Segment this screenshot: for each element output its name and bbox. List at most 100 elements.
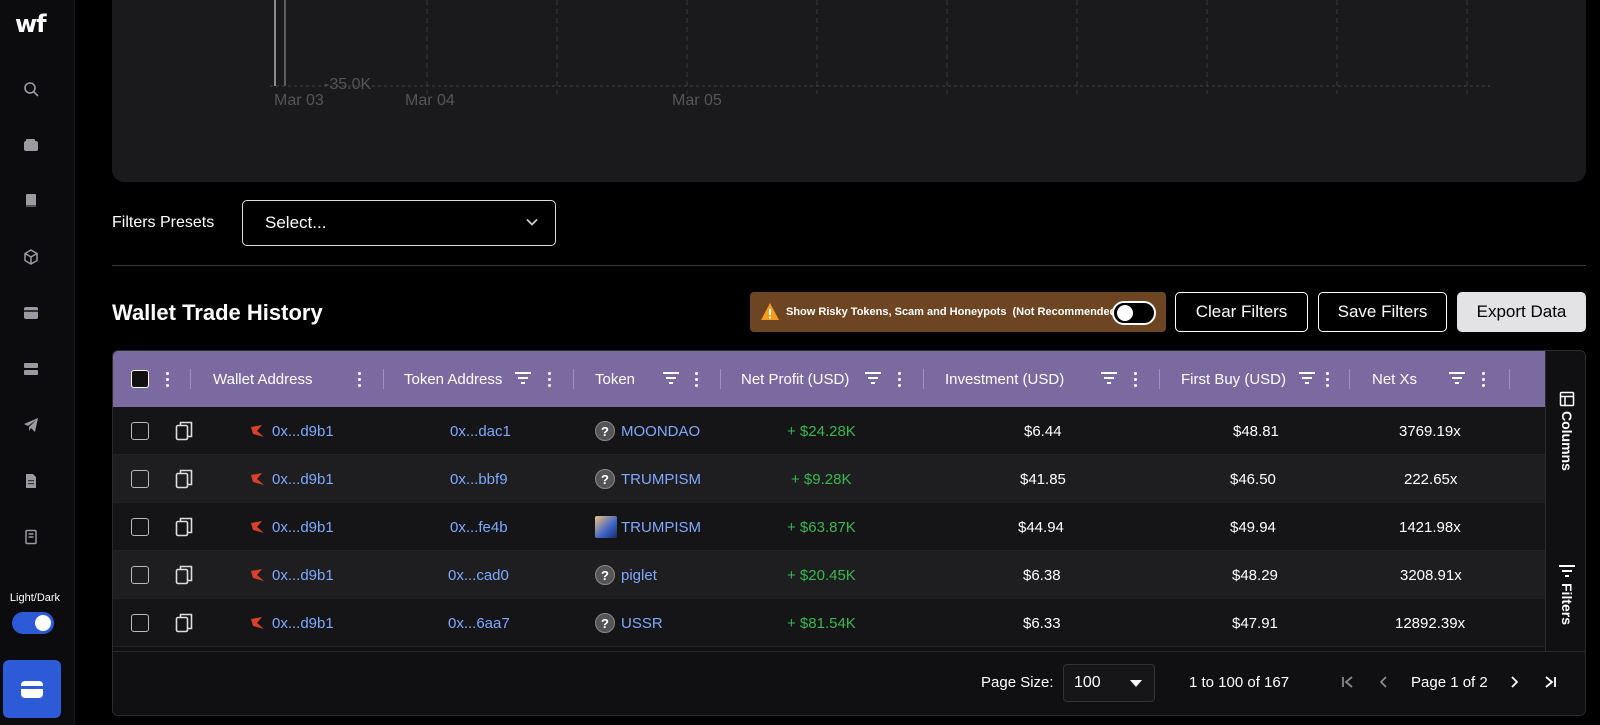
risky-tokens-note: (Not Recommended) bbox=[1012, 306, 1121, 318]
token-address-link[interactable]: 0x...fe4b bbox=[450, 503, 508, 551]
column-menu-icon[interactable] bbox=[1482, 370, 1486, 388]
token-name-link[interactable]: USSR bbox=[621, 615, 663, 632]
table-row[interactable]: 0x...d9b1 0x...6aa7 ? USSR + $81.54K $6.… bbox=[113, 599, 1545, 647]
server-icon[interactable] bbox=[22, 360, 40, 378]
net-profit-value: + $20.45K bbox=[787, 566, 856, 584]
page-size-select[interactable]: 100 bbox=[1063, 664, 1155, 702]
token-cell[interactable]: TRUMPISM bbox=[595, 503, 701, 551]
token-name-link[interactable]: piglet bbox=[621, 567, 657, 584]
filter-icon[interactable] bbox=[515, 371, 531, 385]
theme-toggle[interactable] bbox=[12, 612, 54, 634]
search-icon[interactable] bbox=[22, 80, 40, 98]
columns-tab-label: Columns bbox=[1559, 411, 1575, 471]
copy-icon[interactable] bbox=[175, 565, 193, 585]
table-row[interactable]: 0x...d9b1 0x...cad0 ? piglet + $20.45K $… bbox=[113, 551, 1545, 599]
row-checkbox[interactable] bbox=[131, 422, 149, 440]
column-menu-icon[interactable] bbox=[548, 370, 552, 388]
row-checkbox[interactable] bbox=[131, 518, 149, 536]
table-row[interactable]: 0x...d9b1 0x...bbf9 ? TRUMPISM + $9.28K … bbox=[113, 455, 1545, 503]
copy-icon[interactable] bbox=[175, 517, 193, 537]
filters-tab-label: Filters bbox=[1559, 583, 1575, 626]
wallet-address-cell[interactable]: 0x...d9b1 bbox=[250, 503, 334, 551]
token-name-link[interactable]: MOONDAO bbox=[621, 423, 700, 440]
token-cell[interactable]: ? USSR bbox=[595, 599, 663, 647]
column-header-net-profit[interactable]: Net Profit (USD) bbox=[741, 351, 849, 407]
telegram-icon[interactable] bbox=[22, 416, 40, 434]
copy-icon[interactable] bbox=[175, 613, 193, 633]
next-page-button[interactable] bbox=[1505, 672, 1523, 692]
document-icon[interactable] bbox=[22, 472, 40, 490]
notebook-icon[interactable] bbox=[22, 528, 40, 546]
filter-icon[interactable] bbox=[865, 371, 881, 385]
column-header-wallet-address[interactable]: Wallet Address bbox=[213, 351, 313, 407]
token-address-link[interactable]: 0x...6aa7 bbox=[448, 599, 510, 647]
save-filters-button[interactable]: Save Filters bbox=[1318, 292, 1447, 332]
chain-icon bbox=[251, 569, 264, 581]
column-header-net-xs[interactable]: Net Xs bbox=[1372, 351, 1417, 407]
column-separator bbox=[720, 369, 721, 389]
filter-icon[interactable] bbox=[1299, 371, 1315, 385]
copy-icon[interactable] bbox=[175, 421, 193, 441]
column-menu-icon[interactable] bbox=[1326, 370, 1330, 388]
token-cell[interactable]: ? piglet bbox=[595, 551, 657, 599]
clear-filters-button[interactable]: Clear Filters bbox=[1175, 292, 1308, 332]
wallet-icon[interactable] bbox=[22, 136, 40, 154]
wallet-address-link[interactable]: 0x...d9b1 bbox=[272, 615, 334, 632]
risky-tokens-toggle[interactable] bbox=[1112, 301, 1156, 325]
token-address-link[interactable]: 0x...cad0 bbox=[448, 551, 509, 599]
token-cell[interactable]: ? TRUMPISM bbox=[595, 455, 701, 503]
column-header-investment[interactable]: Investment (USD) bbox=[945, 351, 1064, 407]
column-menu-icon[interactable] bbox=[1134, 370, 1138, 388]
filter-icon[interactable] bbox=[1101, 371, 1117, 385]
copy-icon[interactable] bbox=[175, 469, 193, 489]
wallet-address-link[interactable]: 0x...d9b1 bbox=[272, 471, 334, 488]
net-profit-value: + $9.28K bbox=[791, 470, 852, 488]
token-name-link[interactable]: TRUMPISM bbox=[621, 519, 701, 536]
chevron-left-icon bbox=[1379, 676, 1387, 688]
first-page-button[interactable] bbox=[1339, 672, 1357, 692]
wallet-address-cell[interactable]: 0x...d9b1 bbox=[250, 407, 334, 455]
wallet-tracker-button[interactable] bbox=[3, 660, 61, 718]
cube-icon[interactable] bbox=[22, 248, 40, 266]
column-menu-icon[interactable] bbox=[898, 370, 902, 388]
previous-page-button[interactable] bbox=[1375, 672, 1393, 692]
filter-icon[interactable] bbox=[1449, 371, 1465, 385]
token-address-link[interactable]: 0x...bbf9 bbox=[450, 455, 508, 503]
filter-icon bbox=[1559, 565, 1575, 577]
column-menu-icon[interactable] bbox=[695, 370, 699, 388]
wallet-address-link[interactable]: 0x...d9b1 bbox=[272, 519, 334, 536]
chart-x-tick: Mar 05 bbox=[672, 92, 722, 109]
column-header-token-address[interactable]: Token Address bbox=[404, 351, 502, 407]
wallet-address-cell[interactable]: 0x...d9b1 bbox=[250, 599, 334, 647]
filters-presets-value: Select... bbox=[265, 213, 327, 232]
row-checkbox[interactable] bbox=[131, 614, 149, 632]
card-icon[interactable] bbox=[22, 304, 40, 322]
section-divider bbox=[112, 265, 1586, 266]
column-menu-icon[interactable] bbox=[166, 370, 170, 388]
filters-tab[interactable]: Filters bbox=[1556, 563, 1578, 625]
row-checkbox[interactable] bbox=[131, 470, 149, 488]
chevron-right-icon bbox=[1511, 676, 1519, 688]
columns-tab[interactable]: Columns bbox=[1556, 391, 1578, 471]
chart-x-tick: Mar 04 bbox=[405, 92, 455, 109]
token-address-link[interactable]: 0x...dac1 bbox=[450, 407, 511, 455]
table-row[interactable]: 0x...d9b1 0x...dac1 ? MOONDAO + $24.28K … bbox=[113, 407, 1545, 455]
last-page-button[interactable] bbox=[1541, 672, 1559, 692]
wallet-address-cell[interactable]: 0x...d9b1 bbox=[250, 551, 334, 599]
column-header-first-buy[interactable]: First Buy (USD) bbox=[1181, 351, 1286, 407]
select-all-checkbox[interactable] bbox=[131, 370, 149, 388]
column-menu-icon[interactable] bbox=[358, 370, 362, 388]
filters-presets-select[interactable]: Select... bbox=[242, 200, 556, 246]
risky-tokens-label: Show Risky Tokens, Scam and Honeypots bbox=[786, 306, 1007, 318]
filter-icon[interactable] bbox=[663, 371, 679, 385]
book-icon[interactable] bbox=[22, 192, 40, 210]
wallet-address-link[interactable]: 0x...d9b1 bbox=[272, 567, 334, 584]
export-data-button[interactable]: Export Data bbox=[1457, 292, 1586, 332]
column-header-token[interactable]: Token bbox=[595, 351, 635, 407]
table-row[interactable]: 0x...d9b1 0x...fe4b TRUMPISM + $63.87K $… bbox=[113, 503, 1545, 551]
token-cell[interactable]: ? MOONDAO bbox=[595, 407, 700, 455]
wallet-address-cell[interactable]: 0x...d9b1 bbox=[250, 455, 334, 503]
token-name-link[interactable]: TRUMPISM bbox=[621, 471, 701, 488]
wallet-address-link[interactable]: 0x...d9b1 bbox=[272, 423, 334, 440]
row-checkbox[interactable] bbox=[131, 566, 149, 584]
